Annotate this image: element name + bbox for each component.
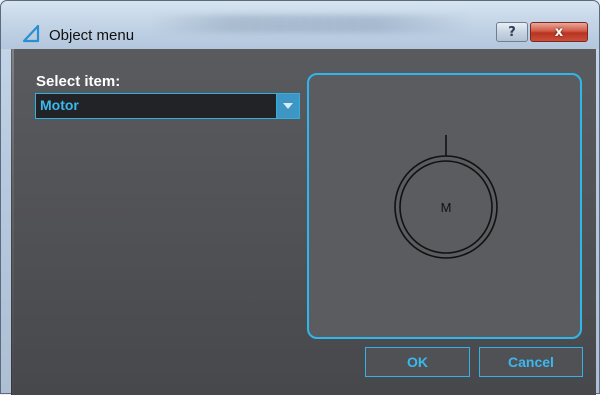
cancel-button-label: Cancel [508,354,554,370]
dropdown-arrow-button[interactable] [276,94,299,118]
window-title: Object menu [49,27,135,44]
resize-edge [11,49,14,395]
ok-button-label: OK [407,354,428,370]
ok-button[interactable]: OK [365,347,470,377]
close-icon: x [554,24,564,40]
motor-symbol: M [394,135,498,259]
triangle-ruler-icon [22,24,40,43]
help-button[interactable]: ? [496,22,528,42]
question-mark-icon: ? [508,24,516,40]
item-dropdown[interactable]: Motor [35,93,300,119]
object-menu-window: Object menu ? x Select item: Motor M OK … [0,0,600,395]
close-button[interactable]: x [530,22,588,42]
title-bar[interactable]: Object menu ? x [1,1,599,49]
dropdown-selected-value: Motor [40,97,79,113]
symbol-preview-panel: M [307,73,582,339]
cancel-button[interactable]: Cancel [479,347,583,377]
chevron-down-icon [283,103,293,109]
select-item-label: Select item: [36,73,121,90]
motor-symbol-label: M [441,200,452,215]
title-bar-blur [151,15,471,33]
